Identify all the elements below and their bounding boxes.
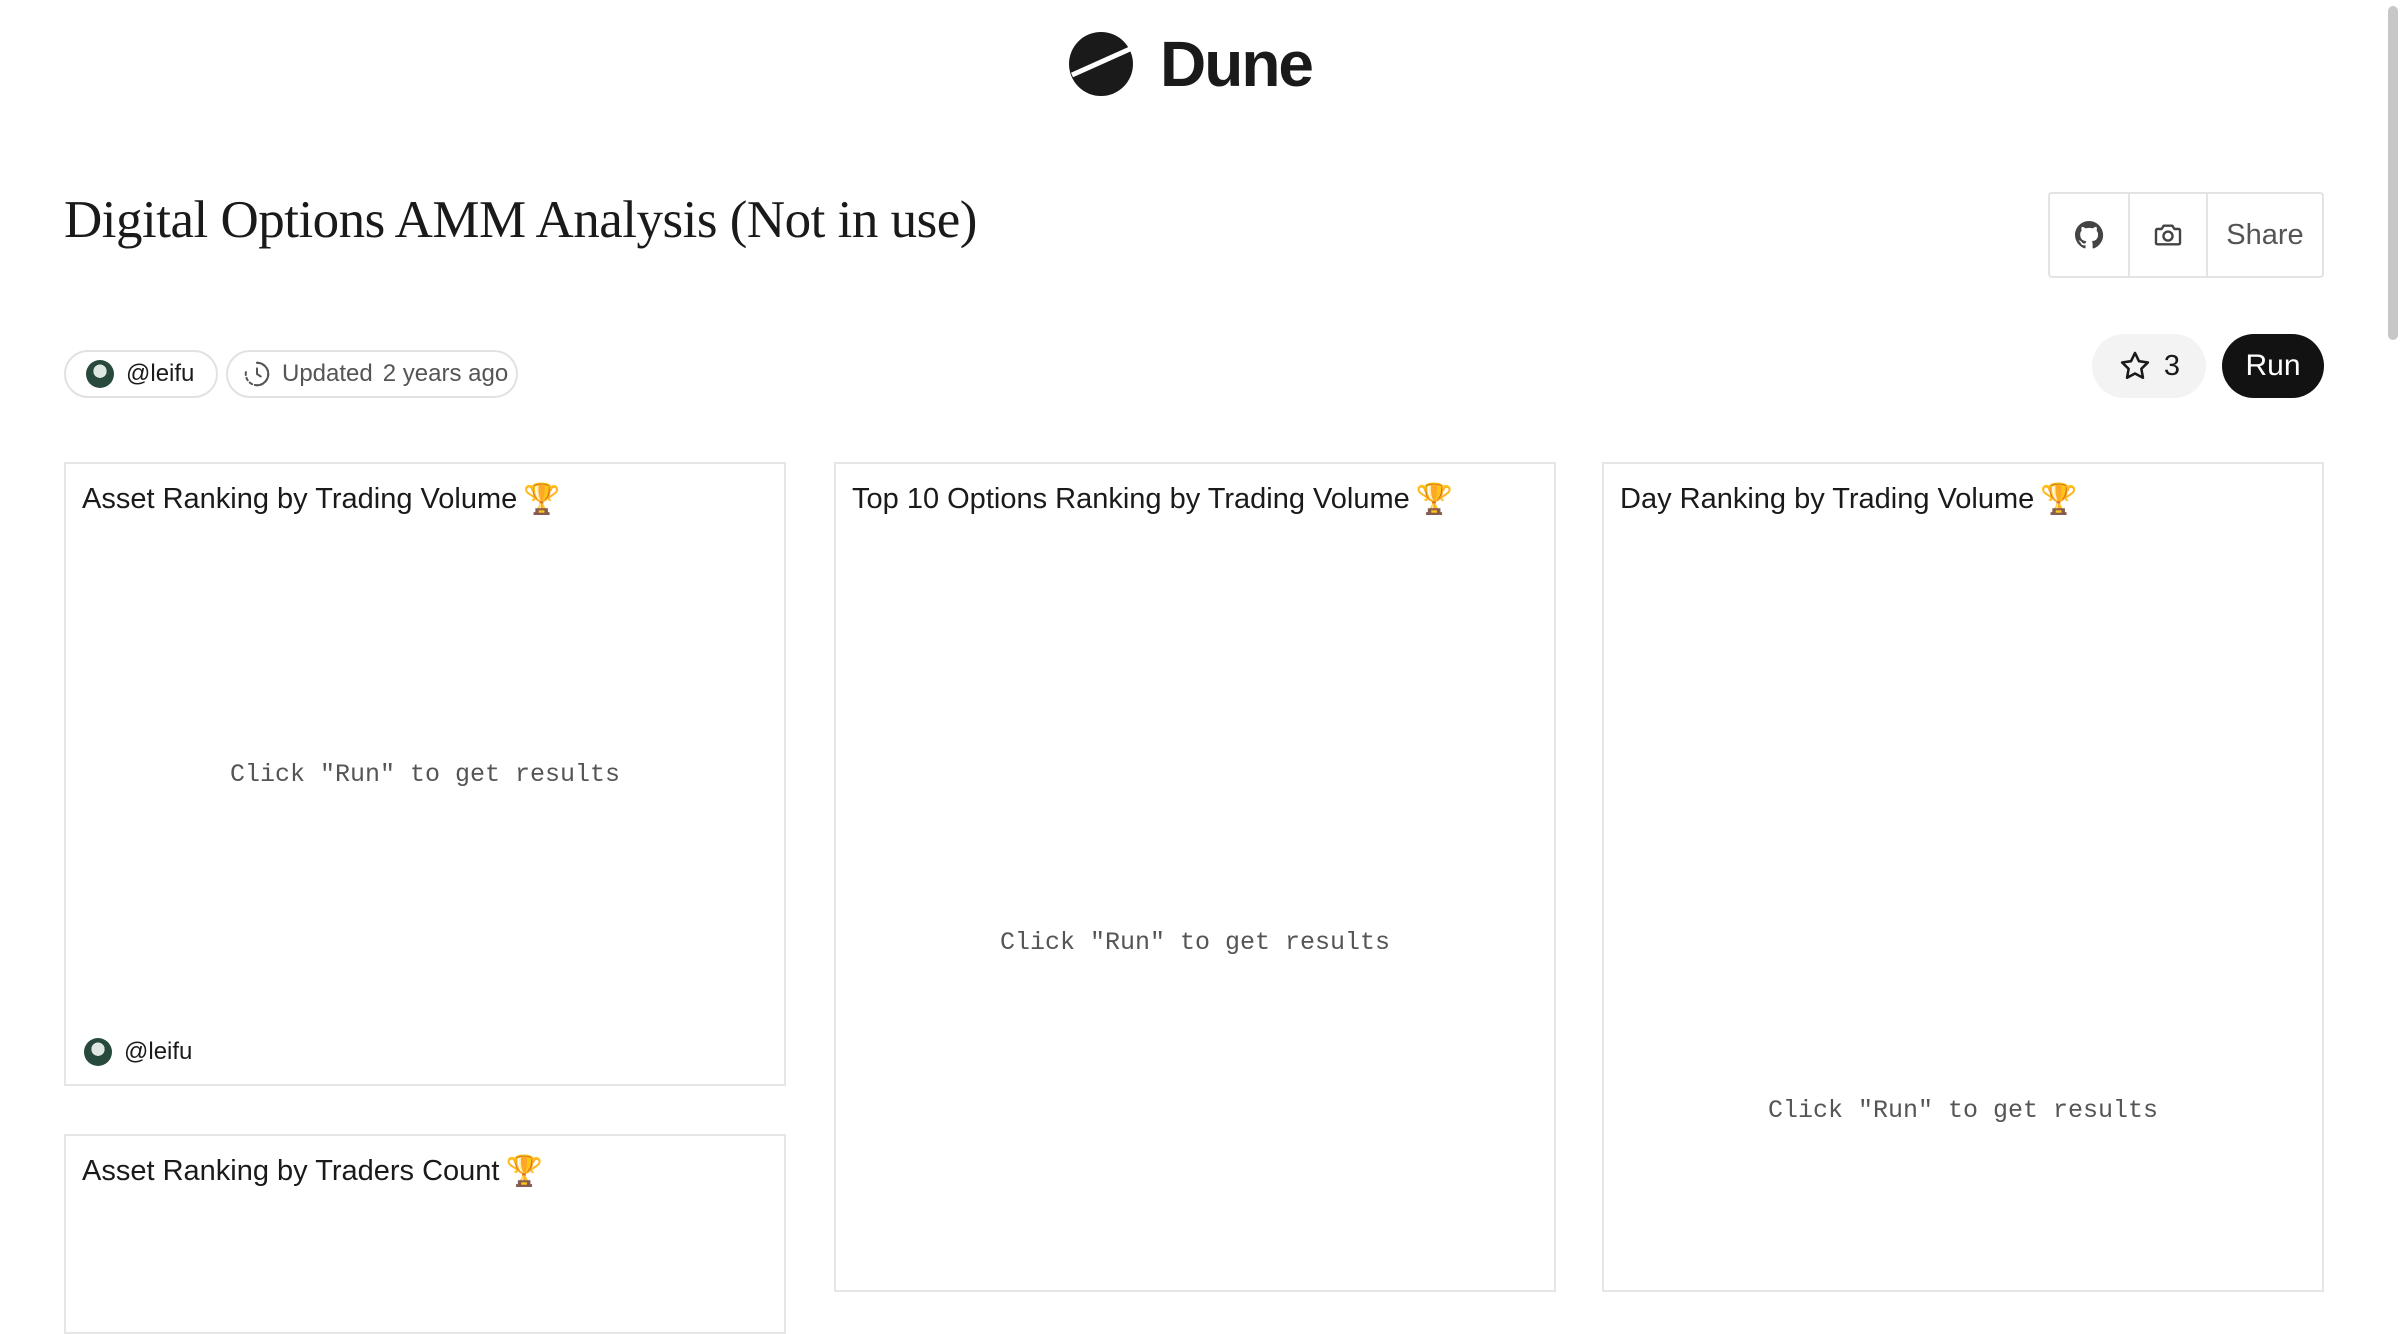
page-scrollbar[interactable]: [2388, 6, 2398, 340]
page-title: Digital Options AMM Analysis (Not in use…: [64, 191, 977, 249]
star-count: 3: [2163, 349, 2181, 382]
dune-logo-link[interactable]: Dune: [1068, 28, 1314, 100]
widget-title[interactable]: Top 10 Options Ranking by Trading Volume…: [852, 482, 1453, 517]
run-button[interactable]: Run: [2222, 334, 2324, 398]
dune-logo-icon: [1069, 32, 1133, 96]
widget-title[interactable]: Asset Ranking by Trading Volume 🏆: [82, 482, 561, 517]
widget-asset-ranking-traders: Asset Ranking by Traders Count 🏆: [64, 1134, 786, 1334]
brand-name: Dune: [1160, 28, 1314, 100]
updated-chip: Updated 2 years ago: [226, 350, 518, 398]
star-icon: [2120, 351, 2150, 380]
trophy-icon: 🏆: [2040, 483, 2078, 516]
action-group: Share: [2048, 192, 2324, 278]
trophy-icon: 🏆: [523, 483, 561, 516]
author-chip[interactable]: @leifu: [64, 350, 218, 398]
camera-icon: [2154, 224, 2182, 246]
widget-top10-options-volume: Top 10 Options Ranking by Trading Volume…: [834, 462, 1556, 1292]
updated-ago: 2 years ago: [382, 360, 509, 387]
screenshot-button[interactable]: [2128, 194, 2206, 276]
widget-title[interactable]: Asset Ranking by Traders Count 🏆: [82, 1154, 543, 1189]
trophy-icon: 🏆: [1415, 483, 1454, 516]
widget-title[interactable]: Day Ranking by Trading Volume 🏆: [1620, 482, 2078, 517]
github-icon: [2075, 221, 2104, 249]
trophy-icon: 🏆: [505, 1155, 543, 1188]
star-button[interactable]: 3: [2092, 334, 2206, 398]
widget-author[interactable]: @leifu: [84, 1038, 192, 1066]
author-name: @leifu: [126, 360, 195, 387]
share-button[interactable]: Share: [2206, 194, 2322, 276]
avatar: [86, 360, 114, 388]
clock-icon: [244, 361, 270, 387]
empty-state-message: Click "Run" to get results: [999, 928, 1391, 957]
widget-asset-ranking-volume: Asset Ranking by Trading Volume 🏆 Click …: [64, 462, 786, 1086]
github-button[interactable]: [2050, 194, 2128, 276]
empty-state-message: Click "Run" to get results: [1767, 1096, 2159, 1125]
updated-label: Updated: [282, 360, 373, 387]
avatar: [84, 1038, 112, 1066]
empty-state-message: Click "Run" to get results: [229, 760, 621, 789]
widget-day-ranking-volume: Day Ranking by Trading Volume 🏆 Click "R…: [1602, 462, 2324, 1292]
